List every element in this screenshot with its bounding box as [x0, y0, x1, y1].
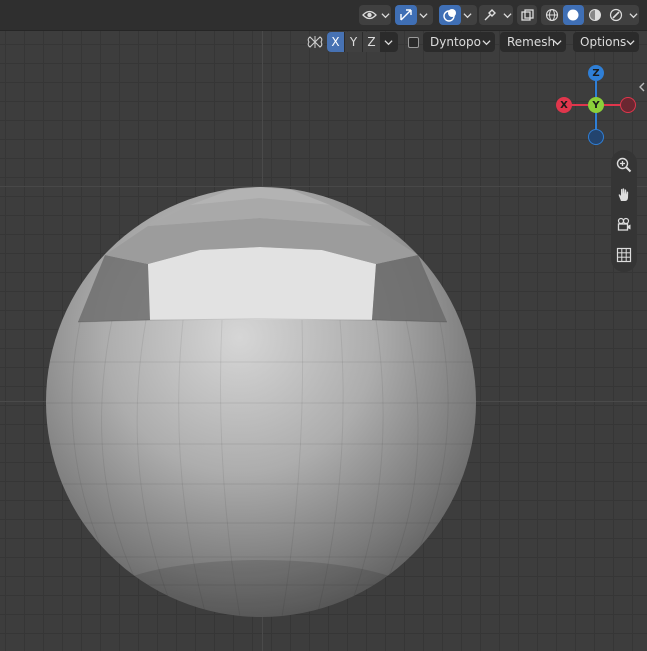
xray-dropdown[interactable]: [479, 5, 513, 25]
gizmo-neg-x-axis[interactable]: [620, 97, 636, 113]
overlay-icon[interactable]: [439, 5, 461, 25]
shading-wireframe-icon[interactable]: [541, 5, 563, 25]
remesh-dropdown[interactable]: Remesh: [500, 32, 566, 52]
gizmo-toggle-icon[interactable]: [395, 5, 417, 25]
symmetry-axes-group: X Y Z: [327, 32, 398, 52]
gizmo-y-axis[interactable]: Y: [588, 97, 604, 113]
dyntopo-checkbox[interactable]: [408, 37, 419, 48]
butterfly-symmetry-icon: [306, 34, 324, 50]
gizmo-z-axis[interactable]: Z: [588, 65, 604, 81]
visibility-eye-icon[interactable]: [359, 5, 380, 25]
zoom-icon[interactable]: [614, 155, 634, 175]
viewport-navigation-tools: [611, 150, 637, 272]
xray-toggle[interactable]: [517, 5, 537, 25]
eyedropper-icon[interactable]: [479, 5, 501, 25]
camera-view-icon[interactable]: [614, 215, 634, 235]
chevron-down-icon: [553, 40, 562, 46]
gizmo-x-axis[interactable]: X: [556, 97, 572, 113]
overlay-dropdown[interactable]: [439, 5, 477, 25]
options-dropdown[interactable]: Options: [573, 32, 639, 52]
pan-hand-icon[interactable]: [614, 185, 634, 205]
symmetry-y-button[interactable]: Y: [345, 32, 362, 52]
shading-rendered-icon[interactable]: [606, 5, 628, 25]
chevron-down-icon: [482, 40, 491, 46]
xray-icon[interactable]: [517, 5, 537, 25]
chevron-down-icon[interactable]: [380, 5, 391, 25]
sculpt-tool-settings: X Y Z Dyntopo Remesh Options: [300, 30, 647, 54]
gizmo-neg-z-axis[interactable]: [588, 129, 604, 145]
chevron-down-icon[interactable]: [501, 5, 513, 25]
symmetry-x-button[interactable]: X: [327, 32, 344, 52]
chevron-down-icon: [626, 40, 635, 46]
orthographic-grid-icon[interactable]: [614, 245, 634, 265]
viewport-header: [0, 0, 647, 31]
remesh-label: Remesh: [507, 35, 556, 49]
shading-mode-group[interactable]: [541, 5, 639, 25]
chevron-down-icon[interactable]: [417, 5, 429, 25]
chevron-down-icon[interactable]: [380, 32, 397, 52]
dyntopo-dropdown[interactable]: Dyntopo: [423, 32, 495, 52]
navigation-gizmo[interactable]: Z X Y: [550, 60, 640, 150]
options-label: Options: [580, 35, 627, 49]
chevron-down-icon[interactable]: [627, 5, 639, 25]
gizmo-dropdown[interactable]: [395, 5, 433, 25]
visibility-dropdown[interactable]: [359, 5, 391, 25]
dyntopo-label: Dyntopo: [430, 35, 481, 49]
shading-material-icon[interactable]: [584, 5, 606, 25]
chevron-down-icon[interactable]: [461, 5, 473, 25]
symmetry-z-button[interactable]: Z: [363, 32, 380, 52]
shading-solid-icon[interactable]: [562, 5, 585, 25]
